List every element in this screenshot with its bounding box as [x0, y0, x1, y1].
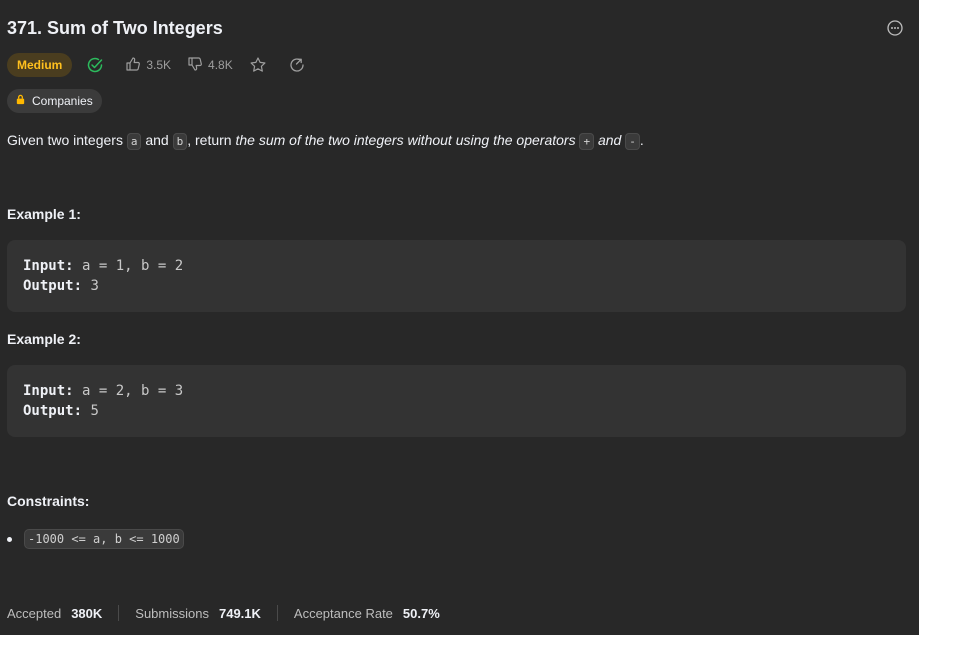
statement-emphasis: the sum of the two integers without usin…	[235, 132, 580, 148]
stats-bar: Accepted 380K Submissions 749.1K Accepta…	[7, 603, 440, 623]
example-1-input: Input: a = 1, b = 2	[23, 258, 184, 274]
meta-row: Medium 3.5K 4.8K	[7, 53, 327, 77]
accepted-value: 380K	[71, 605, 103, 621]
more-icon[interactable]	[886, 19, 904, 37]
title-row: 371. Sum of Two Integers	[7, 15, 904, 41]
problem-statement: Given two integers a and b, return the s…	[7, 130, 907, 152]
example-1-output: Output: 3	[23, 278, 99, 294]
dislike-count: 4.8K	[208, 58, 233, 72]
share-icon[interactable]	[288, 56, 311, 74]
lock-icon	[15, 94, 32, 108]
problem-title[interactable]: 371. Sum of Two Integers	[7, 18, 223, 38]
divider	[276, 605, 278, 621]
example-1-heading: Example 1:	[7, 206, 81, 222]
bullet	[7, 536, 12, 542]
submissions-value: 749.1K	[218, 605, 261, 621]
constraints-heading: Constraints:	[7, 493, 90, 509]
acceptance-rate-value: 50.7%	[402, 605, 440, 621]
acceptance-rate-label: Acceptance Rate	[293, 605, 393, 621]
inline-code-b: b	[172, 133, 188, 150]
companies-button[interactable]: Companies	[7, 89, 102, 113]
accepted-label: Accepted	[7, 605, 62, 621]
statement-text: , return	[187, 132, 236, 148]
inline-code-minus: -	[625, 133, 640, 150]
inline-code-plus: +	[579, 133, 595, 150]
companies-label: Companies	[32, 94, 93, 108]
like-count: 3.5K	[146, 58, 172, 72]
thumbs-up-icon	[125, 56, 146, 75]
difficulty-badge: Medium	[7, 53, 73, 77]
statement-text: Given two integers	[7, 132, 127, 148]
statement-text: .	[639, 132, 644, 148]
submissions-label: Submissions	[135, 605, 209, 621]
dislike-button[interactable]: 4.8K	[187, 56, 233, 75]
solved-check-icon	[86, 56, 109, 74]
constraint-code: -1000 <= a, b <= 1000	[24, 529, 184, 549]
inline-code-a: a	[126, 133, 142, 150]
statement-emphasis: and	[594, 132, 626, 148]
example-2-input: Input: a = 2, b = 3	[23, 383, 184, 399]
thumbs-down-icon	[187, 56, 208, 75]
like-button[interactable]: 3.5K	[125, 56, 171, 75]
example-2-heading: Example 2:	[7, 331, 81, 347]
problem-description-panel: 371. Sum of Two Integers Medium 3.5K 4.8…	[0, 0, 919, 635]
divider	[118, 605, 120, 621]
statement-text: and	[141, 132, 173, 148]
example-2-box: Input: a = 2, b = 3 Output: 5	[7, 365, 906, 437]
star-icon[interactable]	[249, 56, 272, 74]
constraint-item: -1000 <= a, b <= 1000	[7, 529, 184, 549]
example-2-output: Output: 5	[23, 403, 99, 419]
example-1-box: Input: a = 1, b = 2 Output: 3	[7, 240, 906, 312]
